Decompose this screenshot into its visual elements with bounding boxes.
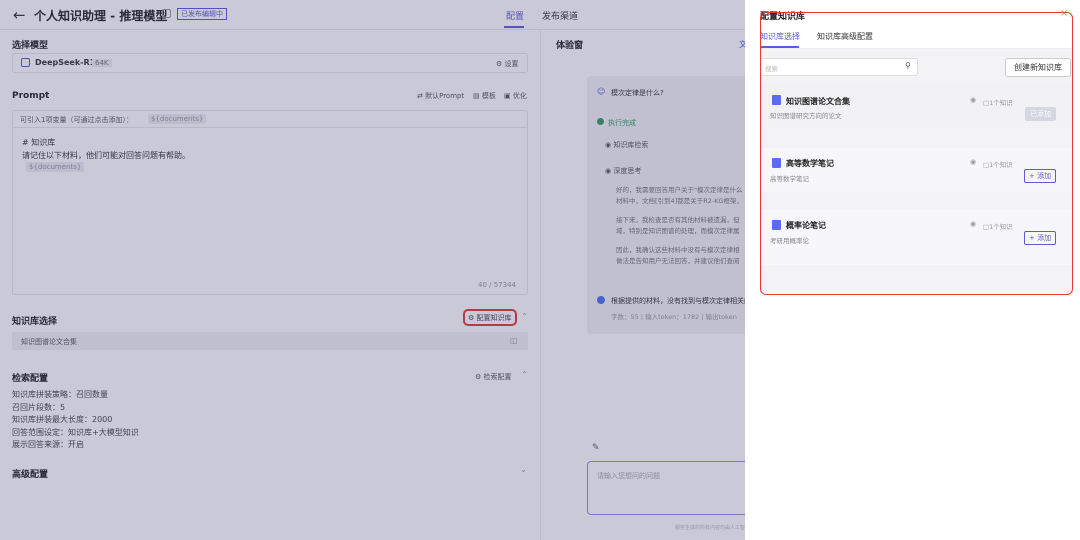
modal-overlay[interactable]	[0, 0, 745, 540]
highlight-box	[760, 12, 1073, 295]
